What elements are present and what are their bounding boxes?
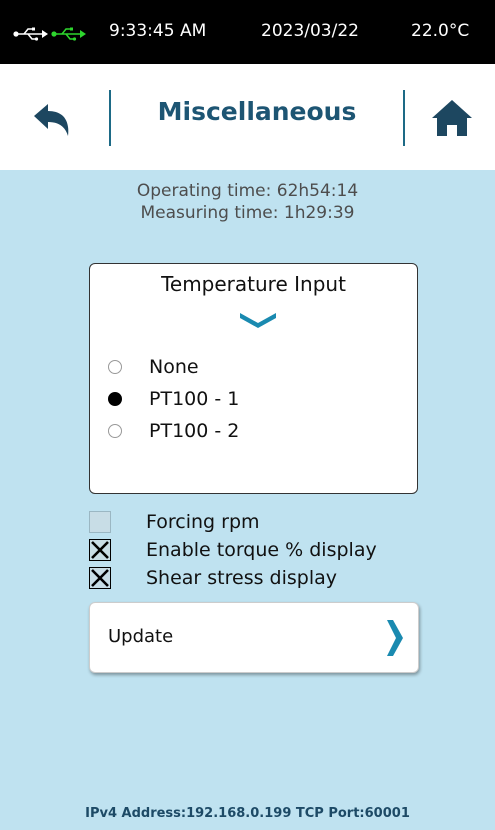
header-divider-right [403,90,405,146]
radio-label: None [149,356,199,378]
update-button[interactable]: Update [89,602,419,673]
clock-time: 9:33:45 AM [109,21,207,41]
measuring-time: Measuring time: 1h29:39 [140,203,355,223]
checkbox-checked[interactable] [89,567,111,589]
radio-label: PT100 - 1 [149,388,240,410]
checkbox-forcing-rpm[interactable]: Forcing rpm [89,509,260,535]
operating-time: Operating time: 62h54:14 [136,181,359,201]
checkbox-label: Shear stress display [146,567,338,589]
panel-title: Temperature Input [161,272,346,296]
page-title: Miscellaneous [157,97,357,126]
radio-button[interactable] [108,360,122,374]
home-icon[interactable] [430,98,474,138]
ambient-temperature: 22.0°C [411,21,470,41]
header-bar: Miscellaneous [0,64,495,170]
temperature-input-panel: Temperature Input None PT100 - 1 PT100 -… [89,263,418,494]
runtime-info: Operating time: 62h54:14 Measuring time:… [0,180,495,224]
checkbox-enable-torque-display[interactable]: Enable torque % display [89,537,377,563]
checkbox-checked[interactable] [89,539,111,561]
radio-option-pt100-1[interactable]: PT100 - 1 [108,385,239,413]
radio-button[interactable] [108,424,122,438]
checkbox-label: Enable torque % display [146,539,377,561]
update-label: Update [108,626,174,647]
radio-label: PT100 - 2 [149,420,240,442]
x-mark-icon [91,569,109,587]
checkbox-shear-stress-display[interactable]: Shear stress display [89,565,337,591]
clock-date: 2023/03/22 [261,21,359,41]
back-arrow-icon[interactable] [30,102,74,138]
checkbox-label: Forcing rpm [146,511,260,533]
radio-option-pt100-2[interactable]: PT100 - 2 [108,417,239,445]
chevron-right-icon [387,620,403,656]
usb-connected-icon [51,27,86,41]
header-divider-left [109,90,111,146]
checkbox[interactable] [89,511,111,533]
status-bar: 9:33:45 AM 2023/03/22 22.0°C [0,0,495,64]
x-mark-icon [91,541,109,559]
usb-icon [13,27,86,41]
network-info: IPv4 Address:192.168.0.199 TCP Port:6000… [85,806,410,821]
radio-option-none[interactable]: None [108,353,199,381]
radio-button-selected[interactable] [108,392,122,406]
chevron-down-icon[interactable] [238,310,278,330]
